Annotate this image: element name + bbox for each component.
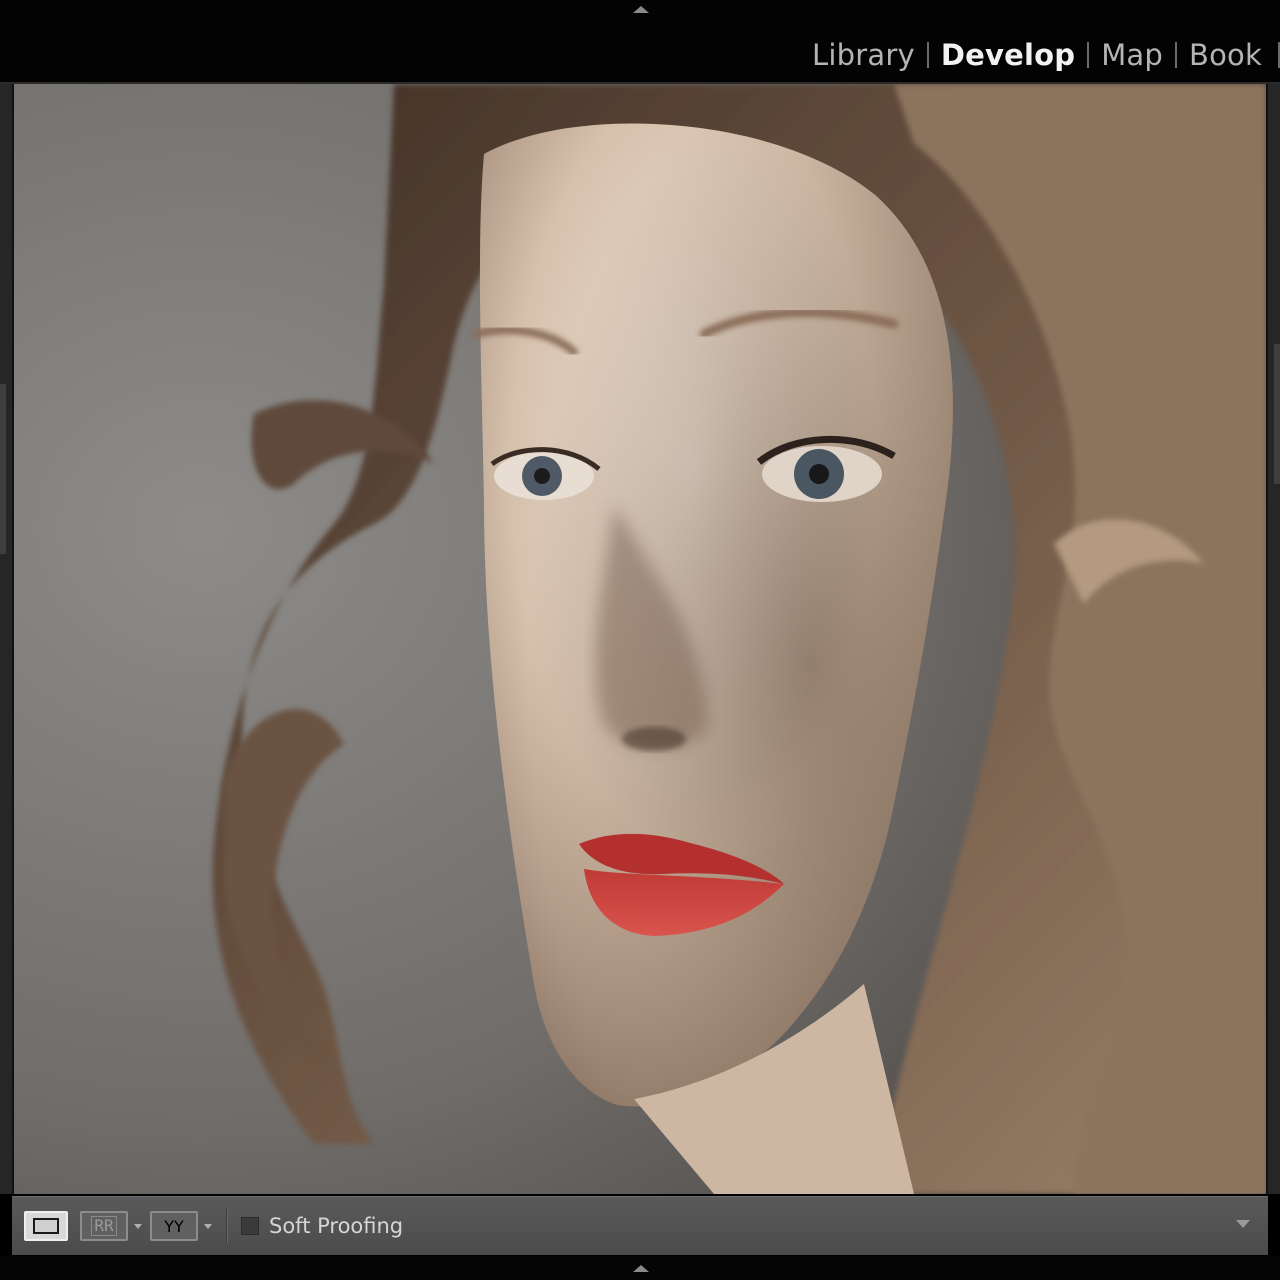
module-develop[interactable]: Develop (929, 38, 1087, 72)
develop-toolbar: RR YY Soft Proofing (12, 1196, 1268, 1255)
swap-mode-caret-icon[interactable] (204, 1223, 212, 1229)
module-book[interactable]: Book (1177, 38, 1274, 72)
before-after-survey-icon: YY (164, 1216, 184, 1236)
before-after-compare-button[interactable]: RR (80, 1211, 128, 1241)
soft-proofing-checkbox[interactable] (241, 1217, 259, 1235)
collapse-top-panel-icon[interactable] (633, 6, 649, 13)
module-list: Library Develop Map Book (800, 30, 1280, 80)
filmstrip-bar-collapsed (0, 1256, 1280, 1280)
right-panel-grip[interactable] (1274, 344, 1280, 484)
toolbar-content-menu[interactable] (1232, 1213, 1254, 1235)
soft-proofing-label[interactable]: Soft Proofing (269, 1214, 403, 1238)
loupe-view-icon (33, 1218, 59, 1234)
compare-mode-caret-icon[interactable] (134, 1223, 142, 1229)
before-after-compare-icon: RR (91, 1216, 117, 1236)
left-panel-grip[interactable] (0, 384, 6, 554)
module-library[interactable]: Library (800, 38, 927, 72)
toolbar-divider (226, 1209, 227, 1243)
chevron-down-icon (1236, 1220, 1250, 1228)
portrait-photo (14, 84, 1266, 1194)
photo-canvas[interactable] (14, 84, 1266, 1194)
expand-filmstrip-icon[interactable] (633, 1265, 649, 1272)
module-picker-bar: Library Develop Map Book (0, 0, 1280, 84)
loupe-view-button[interactable] (24, 1211, 68, 1241)
right-panel-collapsed[interactable] (1266, 84, 1280, 1194)
module-map[interactable]: Map (1089, 38, 1175, 72)
before-after-swap-button[interactable]: YY (150, 1211, 198, 1241)
left-panel-collapsed[interactable] (0, 84, 14, 1194)
